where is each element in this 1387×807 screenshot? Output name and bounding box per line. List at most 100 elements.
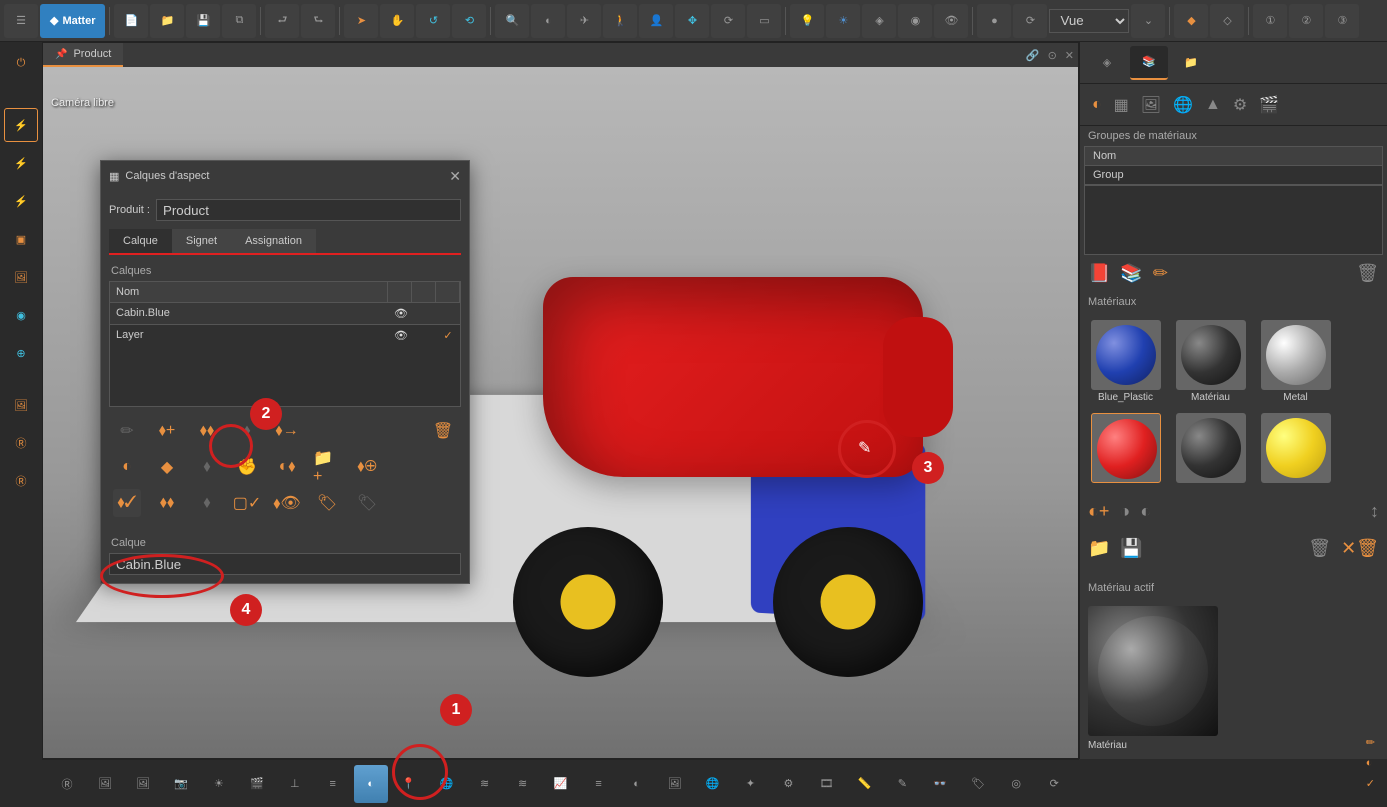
app-menu-btn[interactable]: ☰ [4,4,38,38]
lt-row3-2-icon[interactable]: ⬧⬧ [153,489,181,517]
preset3-icon[interactable]: ③ [1325,4,1359,38]
product-input[interactable] [156,199,461,221]
add-group-icon[interactable]: 📕 [1088,263,1110,284]
zoom-icon[interactable]: 🔍 [495,4,529,38]
lt-row3-3-icon[interactable]: ⬧ [193,489,221,517]
mat-tool2-icon[interactable]: ◑ [1119,501,1130,522]
rp-video-icon[interactable]: 🎬 [1259,95,1279,115]
bt-glasses-icon[interactable]: 👓 [923,765,957,803]
material-item[interactable]: Metal [1258,320,1333,403]
calque-input[interactable] [109,553,461,575]
bt-orbit2-icon[interactable]: ◎ [999,765,1033,803]
bt-layers-icon[interactable]: ≋ [468,765,502,803]
rp-images-icon[interactable]: 🖼 [1141,95,1161,115]
pointer-icon[interactable]: ➤ [344,4,378,38]
add-group2-icon[interactable]: 📚 [1120,263,1142,284]
sb-tool2-icon[interactable]: ⚡ [4,146,38,180]
bt-pin-icon[interactable]: 📍 [392,765,426,803]
layer1-icon[interactable]: ◆ [1174,4,1208,38]
layer2-icon[interactable]: ◇ [1210,4,1244,38]
material-item[interactable]: Blue_Plastic [1088,320,1163,403]
bt-list-icon[interactable]: ≡ [582,765,616,803]
rp-textures-icon[interactable]: ▦ [1114,95,1129,115]
light-icon[interactable]: 💡 [790,4,824,38]
new-layer-icon[interactable]: ⬧+ [153,417,181,445]
group-row[interactable]: Group [1084,166,1383,185]
app-logo[interactable]: ◆Matter [40,4,105,38]
person-icon[interactable]: 👤 [639,4,673,38]
edit-mat-icon[interactable]: ✏ [1366,736,1375,749]
expand-icon[interactable]: ⌄ [1131,4,1165,38]
view-select[interactable]: Vue [1049,9,1129,33]
move-icon[interactable]: ✥ [675,4,709,38]
walk-icon[interactable]: 🚶 [603,4,637,38]
bt-edit-icon[interactable]: ✎ [885,765,919,803]
sb-pic-icon[interactable]: 🖼 [4,388,38,422]
preset2-icon[interactable]: ② [1289,4,1323,38]
lt-row2-5-icon[interactable]: ◐⬧ [273,453,301,481]
material-item[interactable] [1088,413,1163,485]
layer-tool3-icon[interactable]: ⬧ [233,417,261,445]
effect2-icon[interactable]: ◉ [898,4,932,38]
bt-mat-icon[interactable]: ◐ [620,765,654,803]
bt-tag-icon[interactable]: 🏷 [961,765,995,803]
bt-film-icon[interactable]: 🎞 [809,765,843,803]
power-icon[interactable]: ⏻ [4,46,38,80]
rp-gear-icon[interactable]: ⚙ [1233,95,1247,115]
viewport-tab[interactable]: 📌 Product [43,43,123,67]
import-layer-icon[interactable]: ⬧→ [273,417,301,445]
lt-row2-7-icon[interactable]: ⬧⊕ [353,453,381,481]
edit-group-icon[interactable]: ✏ [1153,263,1168,284]
close-icon[interactable]: ✕ [1065,49,1074,62]
rp-env-icon[interactable]: 🌐 [1173,95,1193,115]
sb-image-icon[interactable]: 🖼 [4,260,38,294]
bt-ruler-icon[interactable]: 📏 [847,765,881,803]
material-item[interactable]: Matériau [1173,320,1248,403]
sb-tool1-icon[interactable]: ⚡ [4,108,38,142]
new-file-icon[interactable]: 📄 [114,4,148,38]
preset1-icon[interactable]: ① [1253,4,1287,38]
rp-tab-library-icon[interactable]: 📚 [1130,46,1168,80]
bt-gallery-icon[interactable]: 🖼 [88,765,122,803]
bt-gear2-icon[interactable]: ⚙ [771,765,805,803]
bt-sun-icon[interactable]: ☀ [202,765,236,803]
mat-scroll-icon[interactable]: ↕ [1370,501,1379,522]
bt-aspect-layers-icon[interactable]: ◐ [354,765,388,803]
bt-stamp-icon[interactable]: ⊥ [278,765,312,803]
bt-sync-icon[interactable]: ⟳ [1037,765,1071,803]
redo-icon[interactable]: ⮑ [301,4,335,38]
tab-assignation[interactable]: Assignation [231,229,316,253]
lt-row2-1-icon[interactable]: ◐ [113,453,141,481]
rp-tab-folder-icon[interactable]: 📁 [1172,46,1210,80]
lt-row3-4-icon[interactable]: ▢✓ [233,489,261,517]
more-icon[interactable]: ⊙ [1048,49,1057,62]
delete-layer-icon[interactable]: 🗑 [429,417,457,445]
duplicate-layer-icon[interactable]: ⬧⬧ [193,417,221,445]
material-item[interactable] [1173,413,1248,485]
tab-signet[interactable]: Signet [172,229,231,253]
refresh-icon[interactable]: ⟳ [1013,4,1047,38]
sb-r-icon[interactable]: Ⓡ [4,426,38,460]
bt-sliders-icon[interactable]: ≡ [316,765,350,803]
rotate-icon[interactable]: ⟳ [711,4,745,38]
visibility-icon[interactable]: 👁 [388,303,412,324]
mat-save-icon[interactable]: 💾 [1120,538,1142,559]
mat-folder-icon[interactable]: 📁 [1088,538,1110,559]
sb-r2-icon[interactable]: Ⓡ [4,464,38,498]
undo-icon[interactable]: ⮐ [265,4,299,38]
fly-icon[interactable]: ✈ [567,4,601,38]
tab-calque[interactable]: Calque [109,229,172,253]
open-file-icon[interactable]: 📁 [150,4,184,38]
bt-world-icon[interactable]: 🌐 [695,765,729,803]
copy-icon[interactable]: ⧉ [222,4,256,38]
rp-materials-icon[interactable]: ◐ [1092,96,1102,114]
bt-render-icon[interactable]: Ⓡ [50,765,84,803]
orbit-free-icon[interactable]: ⟲ [452,4,486,38]
dialog-titlebar[interactable]: ▦ Calques d'aspect ✕ [101,161,469,191]
bt-globe-icon[interactable]: 🌐 [430,765,464,803]
sb-target-icon[interactable]: ⊕ [4,336,38,370]
new-mat-icon[interactable]: ◐+ [1088,501,1109,522]
effect1-icon[interactable]: ◈ [862,4,896,38]
layer-row[interactable]: Layer 👁 ✓ [110,324,460,346]
bt-chart-icon[interactable]: 📈 [544,765,578,803]
